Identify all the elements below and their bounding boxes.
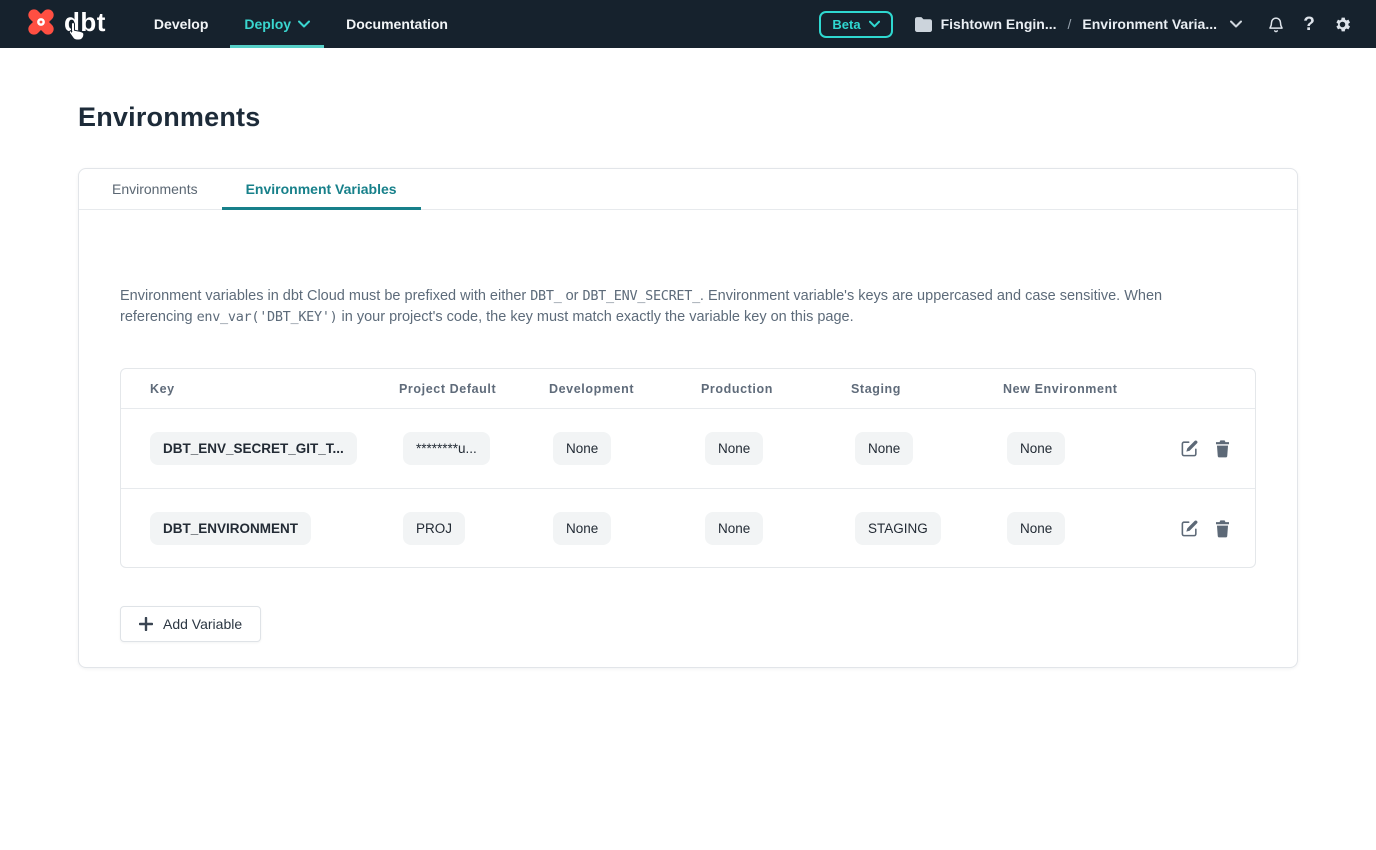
column-header-key: Key [121, 382, 399, 396]
add-variable-label: Add Variable [163, 616, 242, 632]
main-nav: Develop Deploy Documentation [136, 0, 466, 48]
column-header-production: Production [701, 382, 851, 396]
chevron-down-icon [869, 20, 880, 28]
dbt-logo-icon [24, 5, 58, 44]
key-pill: DBT_ENV_SECRET_GIT_T... [150, 432, 357, 465]
nav-item-documentation[interactable]: Documentation [332, 0, 462, 48]
description-text-segment: Environment variables in dbt Cloud must … [120, 288, 530, 304]
edit-variable-icon[interactable] [1180, 439, 1199, 458]
env-variables-table: Key Project Default Development Producti… [120, 368, 1256, 568]
value-pill: None [553, 512, 611, 545]
column-header-new-environment: New Environment [1003, 382, 1180, 396]
notifications-bell-icon[interactable] [1266, 14, 1286, 34]
column-header-staging: Staging [851, 382, 1003, 396]
tab-environment-variables[interactable]: Environment Variables [222, 169, 421, 209]
value-pill: None [705, 432, 763, 465]
description-code-segment: env_var('DBT_KEY') [197, 309, 338, 325]
description: Environment variables in dbt Cloud must … [120, 286, 1165, 328]
nav-item-label: Deploy [244, 16, 291, 32]
description-code-segment: DBT_ENV_SECRET_ [583, 288, 700, 304]
chevron-down-icon [298, 20, 310, 28]
value-pill: None [1007, 512, 1065, 545]
delete-variable-icon[interactable] [1214, 439, 1231, 458]
value-pill: PROJ [403, 512, 465, 545]
breadcrumb-project[interactable]: Fishtown Engin... [941, 16, 1057, 32]
main-content: Environments Environments Environment Va… [0, 48, 1376, 668]
tab-label: Environment Variables [246, 181, 397, 197]
value-pill: None [1007, 432, 1065, 465]
nav-item-develop[interactable]: Develop [140, 0, 222, 48]
beta-dropdown[interactable]: Beta [819, 11, 892, 38]
nav-item-label: Develop [154, 16, 208, 32]
key-pill: DBT_ENVIRONMENT [150, 512, 311, 545]
tab-panel: Environment variables in dbt Cloud must … [79, 210, 1297, 667]
dbt-logo-text: dbt [64, 9, 106, 39]
nav-item-deploy[interactable]: Deploy [230, 0, 324, 48]
add-variable-button[interactable]: Add Variable [120, 606, 261, 642]
table-body: DBT_ENV_SECRET_GIT_T... ********u... Non… [121, 409, 1255, 567]
table-row: DBT_ENV_SECRET_GIT_T... ********u... Non… [121, 409, 1255, 488]
description-text-segment: or [562, 288, 583, 304]
column-header-development: Development [549, 382, 701, 396]
value-pill: ********u... [403, 432, 490, 465]
value-pill: None [855, 432, 913, 465]
settings-gear-icon[interactable] [1332, 14, 1352, 34]
environments-card: Environments Environment Variables Envir… [78, 168, 1298, 668]
beta-label: Beta [832, 17, 860, 32]
edit-variable-icon[interactable] [1180, 519, 1199, 538]
breadcrumb: Fishtown Engin... / Environment Varia... [915, 16, 1242, 32]
description-code-segment: DBT_ [530, 288, 561, 304]
tab-environments[interactable]: Environments [88, 169, 222, 209]
table-row: DBT_ENVIRONMENT PROJ None None STAGING N… [121, 488, 1255, 567]
nav-item-label: Documentation [346, 16, 448, 32]
value-pill: STAGING [855, 512, 941, 545]
chevron-down-icon[interactable] [1230, 20, 1242, 28]
breadcrumb-separator: / [1066, 16, 1074, 32]
tab-label: Environments [112, 181, 198, 197]
top-navbar: dbt Develop Deploy Documentation Beta [0, 0, 1376, 48]
dbt-logo[interactable]: dbt [24, 5, 106, 44]
column-header-project-default: Project Default [399, 382, 549, 396]
value-pill: None [705, 512, 763, 545]
description-text-segment: in your project's code, the key must mat… [337, 309, 853, 325]
breadcrumb-page[interactable]: Environment Varia... [1082, 16, 1217, 32]
folder-icon [915, 17, 932, 32]
table-header-row: Key Project Default Development Producti… [121, 369, 1255, 409]
navbar-icons: ? [1266, 14, 1352, 34]
page-title: Environments [78, 102, 1298, 133]
value-pill: None [553, 432, 611, 465]
navbar-right: Beta Fishtown Engin... / Environment Var… [819, 11, 1352, 38]
tab-bar: Environments Environment Variables [79, 169, 1297, 210]
help-icon[interactable]: ? [1299, 14, 1319, 34]
delete-variable-icon[interactable] [1214, 519, 1231, 538]
plus-icon [139, 617, 153, 631]
